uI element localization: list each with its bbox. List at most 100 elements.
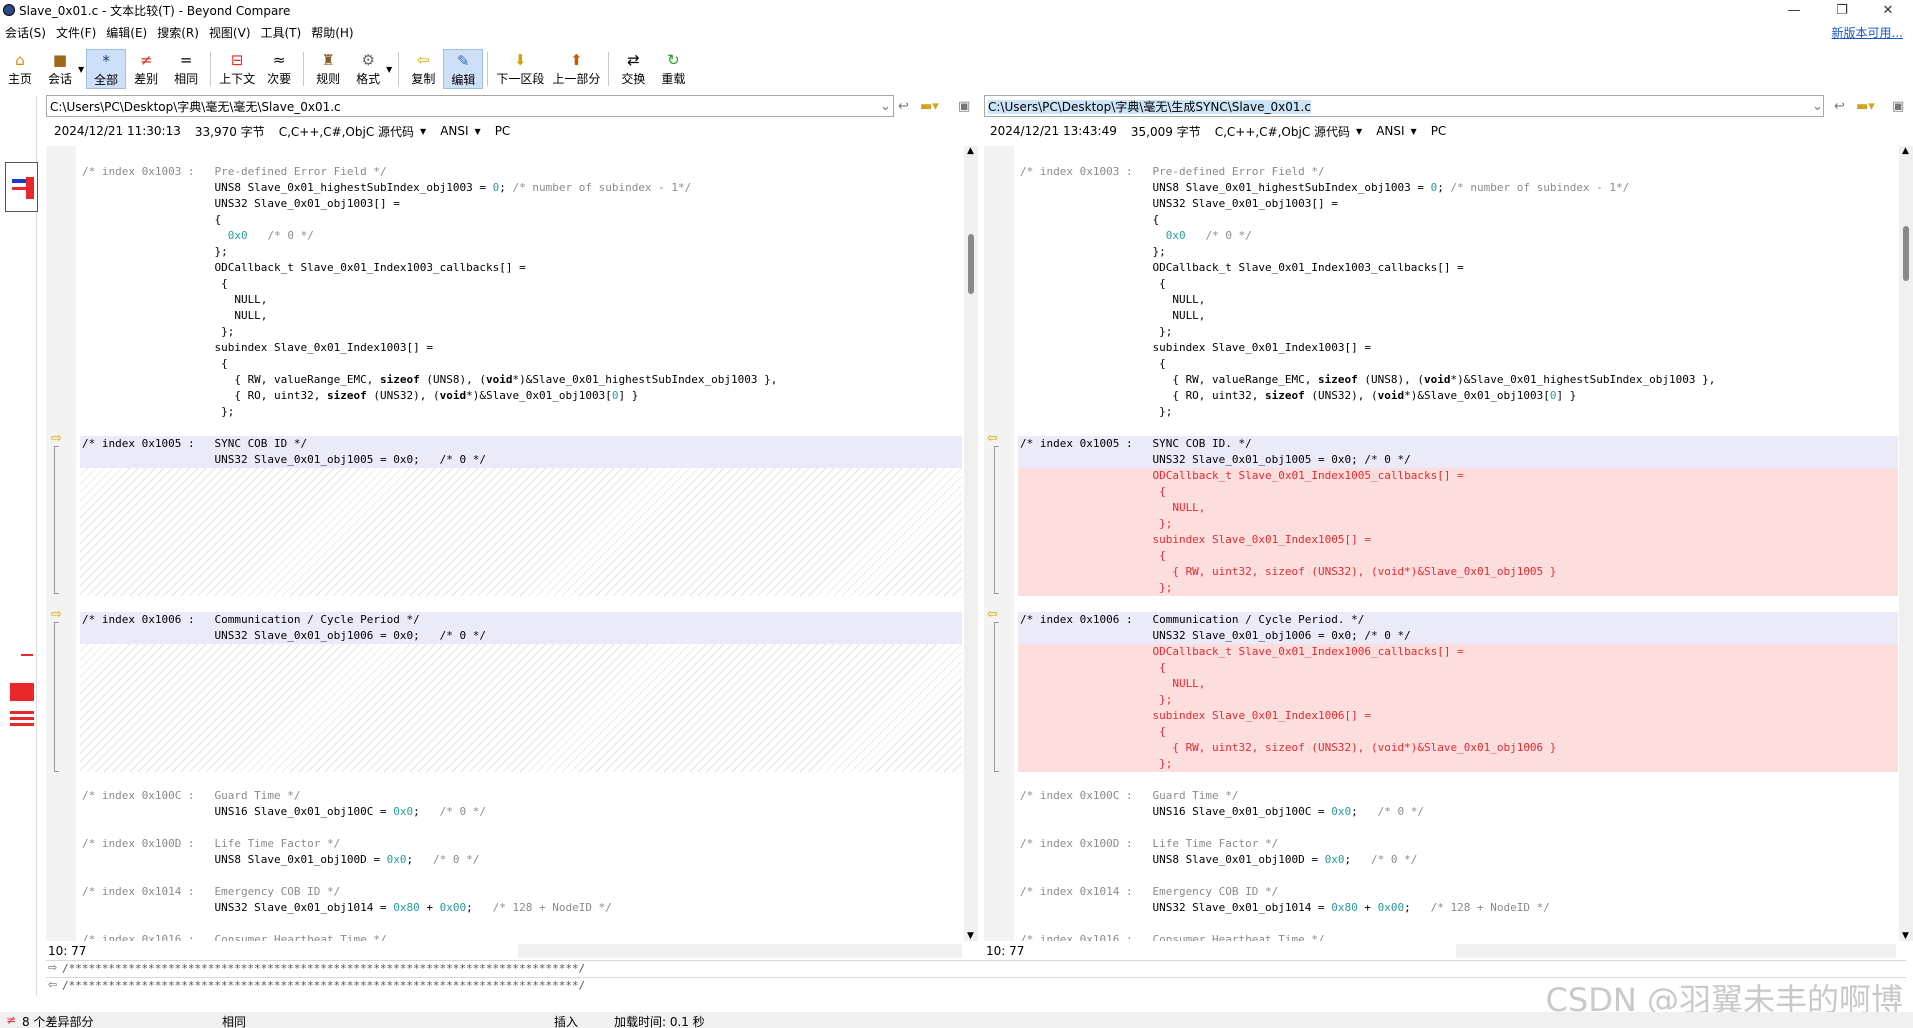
show-diffs-button[interactable]: ≠ 差别	[126, 49, 166, 89]
code-line[interactable]: ODCallback_t Slave_0x01_Index1003_callba…	[1020, 260, 1463, 276]
code-line[interactable]: UNS16 Slave_0x01_obj100C = 0x0; /* 0 */	[82, 804, 486, 820]
scroll-down-icon[interactable]: ▼	[967, 931, 974, 941]
menu-session[interactable]: 会话(S)	[0, 24, 51, 41]
code-line[interactable]: /* index 0x100D : Life Time Factor */	[82, 836, 340, 852]
code-line[interactable]: NULL,	[1020, 292, 1205, 308]
prev-section-button[interactable]: ⬆ 上一部分	[548, 49, 604, 89]
session-dropdown-icon[interactable]: ▼	[78, 65, 84, 74]
left-code-pane[interactable]: /* index 0x1003 : Pre-defined Error Fiel…	[80, 146, 962, 941]
session-button[interactable]: ■ 会话	[40, 49, 80, 89]
scroll-up-icon[interactable]: ▲	[967, 146, 974, 156]
restore-button[interactable]: ❐	[1820, 0, 1864, 20]
code-line[interactable]: /* index 0x100D : Life Time Factor */	[1020, 836, 1278, 852]
right-format[interactable]: C,C++,C#,ObjC 源代码	[1215, 123, 1350, 140]
scroll-down-icon[interactable]: ▼	[1902, 931, 1909, 941]
code-line[interactable]: {	[1020, 212, 1159, 228]
code-line[interactable]: UNS32 Slave_0x01_obj1006 = 0x0; /* 0 */	[1020, 628, 1410, 644]
code-line[interactable]: UNS32 Slave_0x01_obj1005 = 0x0; /* 0 */	[1020, 452, 1410, 468]
code-line[interactable]: subindex Slave_0x01_Index1003[] =	[82, 340, 433, 356]
code-line[interactable]: };	[1020, 580, 1172, 596]
code-line[interactable]: UNS32 Slave_0x01_obj1003[] =	[1020, 196, 1337, 212]
rules-button[interactable]: ♜ 规则	[308, 49, 348, 89]
code-line[interactable]: /* index 0x1006 : Communication / Cycle …	[82, 612, 420, 628]
code-line[interactable]: 0x0 /* 0 */	[1020, 228, 1252, 244]
left-encoding[interactable]: ANSI	[440, 124, 468, 138]
code-line[interactable]: {	[1020, 356, 1166, 372]
code-line[interactable]: /* index 0x1003 : Pre-defined Error Fiel…	[82, 164, 387, 180]
close-button[interactable]: ✕	[1866, 0, 1910, 20]
code-line[interactable]: {	[82, 356, 228, 372]
code-line[interactable]: };	[82, 244, 227, 260]
code-line[interactable]: /* index 0x1014 : Emergency COB ID */	[82, 884, 340, 900]
code-line[interactable]: { RW, valueRange_EMC, sizeof (UNS8), (vo…	[1020, 372, 1715, 388]
reload-button[interactable]: ↻ 重载	[653, 49, 693, 89]
code-line[interactable]: UNS8 Slave_0x01_obj100D = 0x0; /* 0 */	[82, 852, 479, 868]
right-format-dropdown-icon[interactable]: ▼	[1356, 127, 1362, 136]
code-line[interactable]: UNS16 Slave_0x01_obj100C = 0x0; /* 0 */	[1020, 804, 1424, 820]
left-horizontal-scrollbar[interactable]	[518, 944, 962, 958]
copy-button[interactable]: ⇦ 复制	[403, 49, 443, 89]
menu-help[interactable]: 帮助(H)	[306, 24, 358, 41]
menu-edit[interactable]: 编辑(E)	[101, 24, 152, 41]
code-line[interactable]: ODCallback_t Slave_0x01_Index1005_callba…	[1020, 468, 1463, 484]
code-line[interactable]: { RW, uint32, sizeof (UNS32), (void*)&Sl…	[1020, 740, 1556, 756]
code-line[interactable]: /* index 0x1005 : SYNC COB ID. */	[1020, 436, 1252, 452]
copy-left-arrow-icon[interactable]: ⇦	[987, 431, 998, 446]
code-line[interactable]: /* index 0x1014 : Emergency COB ID */	[1020, 884, 1278, 900]
edit-button[interactable]: ✎ 编辑	[443, 49, 484, 89]
code-line[interactable]: };	[1020, 404, 1172, 420]
next-section-button[interactable]: ⬇ 下一区段	[492, 49, 548, 89]
right-history-icon[interactable]: ↩	[1834, 95, 1845, 117]
code-line[interactable]: {	[1020, 660, 1166, 676]
format-button[interactable]: ⚙ 格式	[348, 49, 388, 89]
menu-file[interactable]: 文件(F)	[51, 24, 101, 41]
left-format-dropdown-icon[interactable]: ▼	[420, 127, 426, 136]
left-save-icon[interactable]: ▣	[958, 95, 970, 117]
code-line[interactable]: /* index 0x1016 : Consumer Heartbeat Tim…	[82, 932, 387, 941]
code-line[interactable]: };	[82, 404, 234, 420]
code-line[interactable]: subindex Slave_0x01_Index1005[] =	[1020, 532, 1371, 548]
left-open-folder-icon[interactable]: ▬▾	[920, 95, 939, 117]
code-line[interactable]: };	[1020, 244, 1165, 260]
code-line[interactable]: { RW, valueRange_EMC, sizeof (UNS8), (vo…	[82, 372, 777, 388]
code-line[interactable]: UNS8 Slave_0x01_highestSubIndex_obj1003 …	[1020, 180, 1629, 196]
code-line[interactable]: };	[82, 324, 234, 340]
right-scroll-thumb[interactable]	[1903, 226, 1909, 281]
code-line[interactable]: {	[1020, 484, 1166, 500]
copy-right-arrow-icon[interactable]: ⇨	[51, 607, 62, 622]
code-line[interactable]: };	[1020, 756, 1172, 772]
left-history-icon[interactable]: ↩	[898, 95, 909, 117]
scroll-up-icon[interactable]: ▲	[1902, 146, 1909, 156]
menu-view[interactable]: 视图(V)	[204, 24, 256, 41]
right-line-ending[interactable]: PC	[1431, 124, 1447, 138]
right-horizontal-scrollbar[interactable]	[1456, 944, 1896, 958]
right-path-input[interactable]: C:\Users\PC\Desktop\字典\毫无\生成SYNC\Slave_0…	[984, 95, 1824, 117]
code-line[interactable]: NULL,	[82, 308, 267, 324]
code-line[interactable]: UNS32 Slave_0x01_obj1003[] =	[82, 196, 399, 212]
left-format[interactable]: C,C++,C#,ObjC 源代码	[279, 123, 414, 140]
code-line[interactable]: /* index 0x1016 : Consumer Heartbeat Tim…	[1020, 932, 1325, 941]
code-line[interactable]: ODCallback_t Slave_0x01_Index1006_callba…	[1020, 644, 1463, 660]
menu-search[interactable]: 搜索(R)	[152, 24, 204, 41]
right-encoding[interactable]: ANSI	[1376, 124, 1404, 138]
context-button[interactable]: ⊟ 上下文	[215, 49, 259, 89]
code-line[interactable]: };	[1020, 516, 1172, 532]
left-line-ending[interactable]: PC	[495, 124, 511, 138]
left-scroll-thumb[interactable]	[968, 234, 974, 294]
left-path-input[interactable]: C:\Users\PC\Desktop\字典\毫无\毫无\Slave_0x01.…	[46, 95, 894, 117]
right-open-folder-icon[interactable]: ▬▾	[1856, 95, 1875, 117]
code-line[interactable]: {	[1020, 276, 1166, 292]
code-line[interactable]: NULL,	[1020, 308, 1205, 324]
copy-left-arrow-icon[interactable]: ⇦	[987, 607, 998, 622]
code-line[interactable]: ODCallback_t Slave_0x01_Index1003_callba…	[82, 260, 525, 276]
code-line[interactable]: NULL,	[82, 292, 267, 308]
code-line[interactable]: UNS8 Slave_0x01_obj100D = 0x0; /* 0 */	[1020, 852, 1417, 868]
code-line[interactable]: UNS32 Slave_0x01_obj1014 = 0x80 + 0x00; …	[82, 900, 611, 916]
code-line[interactable]: /* index 0x1005 : SYNC COB ID */	[82, 436, 307, 452]
show-same-button[interactable]: = 相同	[166, 49, 206, 89]
code-line[interactable]: /* index 0x100C : Guard Time */	[1020, 788, 1239, 804]
code-line[interactable]: {	[82, 276, 228, 292]
code-line[interactable]: };	[1020, 692, 1172, 708]
right-vertical-scrollbar[interactable]: ▲ ▼	[1899, 146, 1913, 941]
right-code-pane[interactable]: /* index 0x1003 : Pre-defined Error Fiel…	[1018, 146, 1898, 941]
